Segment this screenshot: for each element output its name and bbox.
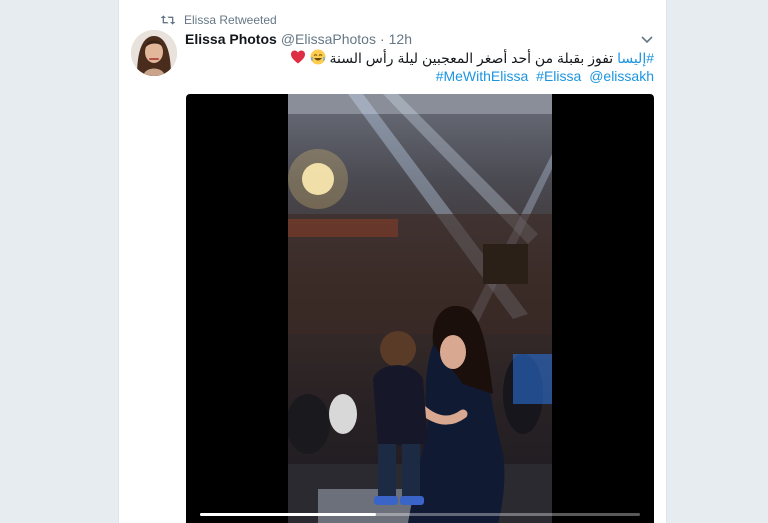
- tweet-card[interactable]: Elissa Retweeted Elissa Photos @ElissaPh…: [118, 0, 667, 523]
- tweet-timestamp[interactable]: 12h: [389, 30, 412, 48]
- tweet-body-text: تفوز بقبلة من أحد أصغر المعجبين ليلة رأس…: [329, 50, 614, 66]
- red-heart-icon: [290, 50, 305, 64]
- mention-elissakh[interactable]: @elissakh: [589, 68, 654, 84]
- video-frame: [288, 94, 552, 523]
- face-with-tears-of-joy-icon: [310, 49, 326, 65]
- avatar[interactable]: [131, 30, 177, 76]
- separator-dot: ·: [379, 31, 385, 47]
- tweet-header: Elissa Photos @ElissaPhotos · 12h: [185, 30, 412, 48]
- tweet-text: #إليسا تفوز بقبلة من أحد أصغر المعجبين ل…: [194, 48, 654, 68]
- hashtag-link[interactable]: #إليسا: [617, 50, 654, 66]
- video-scene: [288, 94, 552, 523]
- author-name[interactable]: Elissa Photos: [185, 30, 277, 48]
- avatar-image: [131, 30, 177, 76]
- hashtag-mewithelissa[interactable]: #MeWithElissa: [436, 68, 529, 84]
- retweet-icon: [160, 15, 176, 25]
- video-progress-bar[interactable]: [200, 513, 640, 516]
- hashtag-elissa[interactable]: #Elissa: [536, 68, 581, 84]
- tweet-tags: #MeWithElissa #Elissa @elissakh: [436, 66, 654, 86]
- chevron-down-icon[interactable]: [640, 32, 654, 46]
- retweet-context[interactable]: Elissa Retweeted: [160, 12, 277, 28]
- video-progress-fill: [200, 513, 376, 516]
- video-player[interactable]: [186, 94, 654, 523]
- retweet-label[interactable]: Elissa Retweeted: [184, 13, 277, 27]
- author-handle[interactable]: @ElissaPhotos: [281, 30, 376, 48]
